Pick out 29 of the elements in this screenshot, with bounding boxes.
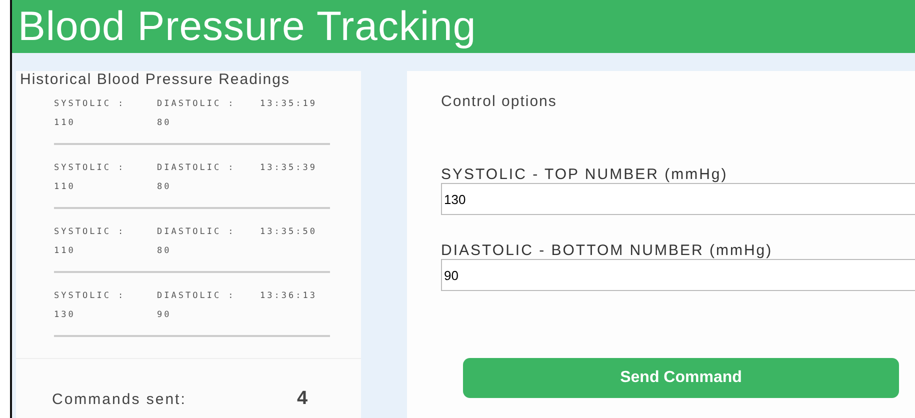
reading-time: 13:36:13 bbox=[260, 290, 317, 303]
reading-time: 13:35:50 bbox=[260, 226, 317, 239]
reading-value: 80 bbox=[157, 181, 172, 194]
reading-time: 13:35:39 bbox=[260, 162, 317, 175]
panel-title: Historical Blood Pressure Readings bbox=[19, 71, 291, 88]
input-field[interactable]: 130 bbox=[441, 183, 915, 215]
field-label: DIASTOLIC - BOTTOM NUMBER (mmHg) bbox=[441, 242, 774, 259]
reading-value: 80 bbox=[157, 245, 172, 258]
reading-value: 110 bbox=[54, 181, 76, 194]
page-title: Blood Pressure Tracking bbox=[18, 3, 476, 50]
commands-label: Commands sent: bbox=[52, 390, 188, 408]
reading-label: DIASTOLIC : bbox=[157, 98, 236, 111]
field-label: SYSTOLIC - TOP NUMBER (mmHg) bbox=[441, 166, 729, 183]
commands-count: 4 bbox=[297, 388, 308, 410]
panel-title: Control options bbox=[441, 93, 558, 110]
reading-label: SYSTOLIC : bbox=[54, 226, 126, 239]
reading-label: SYSTOLIC : bbox=[54, 290, 126, 303]
reading-value: 110 bbox=[54, 117, 76, 130]
reading-value: 110 bbox=[54, 245, 76, 258]
reading-time: 13:35:19 bbox=[260, 98, 317, 111]
reading-label: DIASTOLIC : bbox=[157, 162, 236, 175]
reading-label: DIASTOLIC : bbox=[157, 226, 236, 239]
reading-value: 130 bbox=[54, 309, 76, 322]
reading-label: DIASTOLIC : bbox=[157, 290, 236, 303]
reading-label: SYSTOLIC : bbox=[54, 162, 126, 175]
reading-value: 80 bbox=[157, 117, 172, 130]
reading-label: SYSTOLIC : bbox=[54, 98, 126, 111]
reading-value: 90 bbox=[157, 309, 172, 322]
input-field[interactable]: 90 bbox=[441, 259, 915, 291]
